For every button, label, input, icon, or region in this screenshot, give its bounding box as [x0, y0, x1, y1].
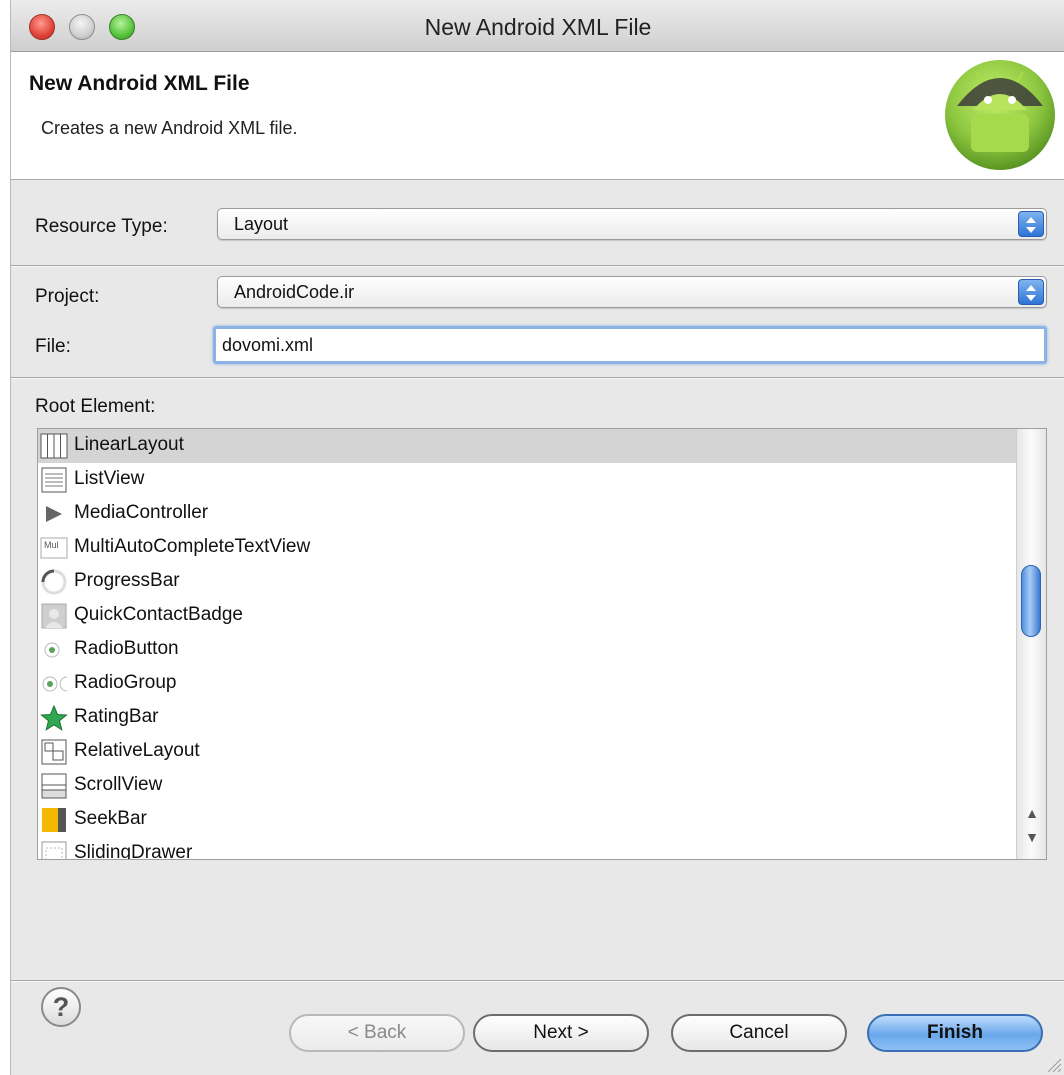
list-item-scrollview[interactable]: ScrollView — [38, 769, 1016, 803]
dropdown-arrows-icon — [1018, 211, 1044, 237]
play-triangle-icon — [46, 506, 62, 522]
title-bar[interactable]: New Android XML File — [11, 0, 1064, 52]
back-button[interactable]: < Back — [289, 1014, 465, 1052]
radio-group-icon — [42, 676, 68, 692]
section-divider-highlight — [11, 266, 1064, 267]
list-item-ratingbar[interactable]: RatingBar — [38, 701, 1016, 735]
contact-badge-icon — [41, 603, 67, 629]
scroll-view-icon — [41, 773, 67, 799]
list-item-quickcontactbadge[interactable]: QuickContactBadge — [38, 599, 1016, 633]
list-item-label: LinearLayout — [74, 434, 184, 455]
list-item-label: QuickContactBadge — [74, 604, 243, 625]
list-item-label: SeekBar — [74, 808, 147, 829]
seek-bar-icon — [42, 808, 66, 832]
resource-type-label: Resource Type: — [35, 216, 168, 237]
page-description: Creates a new Android XML file. — [41, 118, 298, 138]
scroll-down-arrow-icon[interactable]: ▼ — [1023, 829, 1041, 847]
progress-ring-icon — [41, 569, 67, 595]
list-item-slidingdrawer[interactable]: SlidingDrawer — [38, 837, 1016, 860]
list-item-label: RadioGroup — [74, 672, 177, 693]
list-item-label: MultiAutoCompleteTextView — [74, 536, 311, 557]
help-button[interactable]: ? — [41, 987, 81, 1027]
root-element-list[interactable]: LinearLayout ListView MediaController Mu… — [37, 428, 1047, 860]
scroll-up-arrow-icon[interactable]: ▲ — [1023, 805, 1041, 823]
project-value: AndroidCode.ir — [234, 282, 355, 302]
resize-grip-icon[interactable] — [1044, 1055, 1062, 1073]
finish-button[interactable]: Finish — [867, 1014, 1043, 1052]
radio-button-icon — [44, 642, 60, 658]
list-item-seekbar[interactable]: SeekBar — [38, 803, 1016, 837]
page-title: New Android XML File — [29, 72, 250, 95]
list-item-relativelayout[interactable]: RelativeLayout — [38, 735, 1016, 769]
list-item-label: ListView — [74, 468, 145, 489]
list-view-icon — [41, 467, 67, 493]
resource-type-select[interactable]: Layout — [217, 208, 1047, 240]
list-item-label: RelativeLayout — [74, 740, 200, 761]
list-item-label: MediaController — [74, 502, 209, 523]
linear-layout-icon — [40, 433, 68, 459]
list-item-listview[interactable]: ListView — [38, 463, 1016, 497]
list-item-label: ScrollView — [74, 774, 163, 795]
cancel-button[interactable]: Cancel — [671, 1014, 847, 1052]
list-item-mediacontroller[interactable]: MediaController — [38, 497, 1016, 531]
project-label: Project: — [35, 286, 100, 307]
android-logo-icon — [945, 60, 1055, 170]
list-item-radiobutton[interactable]: RadioButton — [38, 633, 1016, 667]
next-button[interactable]: Next > — [473, 1014, 649, 1052]
project-select[interactable]: AndroidCode.ir — [217, 276, 1047, 308]
file-name-input[interactable] — [216, 329, 1044, 361]
dialog-window: New Android XML File New Android XML Fil… — [10, 0, 1064, 1075]
list-item-label: RadioButton — [74, 638, 179, 659]
resource-type-value: Layout — [234, 214, 289, 234]
list-item-progressbar[interactable]: ProgressBar — [38, 565, 1016, 599]
relative-layout-icon — [41, 739, 67, 765]
wizard-header: New Android XML File Creates a new Andro… — [11, 52, 1064, 180]
list-item-radiogroup[interactable]: RadioGroup — [38, 667, 1016, 701]
sliding-drawer-icon — [41, 841, 67, 859]
list-item-label: RatingBar — [74, 706, 159, 727]
dropdown-arrows-icon — [1018, 279, 1044, 305]
file-name-field[interactable] — [213, 326, 1047, 364]
star-icon — [40, 704, 68, 731]
root-element-label: Root Element: — [35, 396, 156, 417]
list-scrollbar[interactable]: ▲ ▼ — [1016, 429, 1046, 859]
file-label: File: — [35, 336, 71, 357]
list-item-label: ProgressBar — [74, 570, 180, 591]
list-item-label: SlidingDrawer — [74, 842, 193, 860]
scrollbar-thumb[interactable] — [1021, 565, 1041, 637]
section-divider-highlight — [11, 378, 1064, 379]
multi-autocomplete-icon-text: Mul — [44, 540, 59, 550]
footer-divider-highlight — [11, 981, 1064, 982]
list-item-multiautocompletetextview[interactable]: Mul MultiAutoCompleteTextView — [38, 531, 1016, 565]
window-title: New Android XML File — [424, 14, 652, 40]
list-item-linearlayout[interactable]: LinearLayout — [38, 429, 1016, 463]
